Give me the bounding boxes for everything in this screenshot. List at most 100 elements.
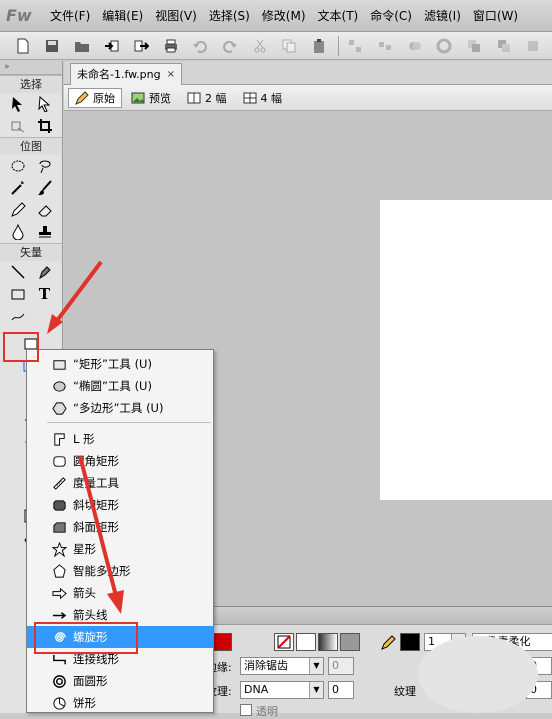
menu-text[interactable]: 文本(T) — [312, 0, 365, 32]
flyout-item-measure-tool[interactable]: 度量工具 — [27, 472, 213, 494]
import-icon[interactable] — [101, 36, 123, 56]
flyout-item-pie[interactable]: 饼形 — [27, 692, 213, 714]
flyout-item-l-shape[interactable]: L 形 — [27, 428, 213, 450]
undo-icon[interactable] — [190, 36, 212, 56]
open-icon[interactable] — [71, 36, 93, 56]
save-icon[interactable] — [42, 36, 64, 56]
print-icon[interactable] — [160, 36, 182, 56]
menu-edit[interactable]: 编辑(E) — [96, 0, 149, 32]
menu-select[interactable]: 选择(S) — [203, 0, 256, 32]
menu-file[interactable]: 文件(F) — [44, 0, 96, 32]
no-color-button[interactable] — [274, 633, 294, 651]
view-original-button[interactable]: 原始 — [68, 87, 122, 108]
right-texture-label: 纹理 — [394, 685, 416, 698]
crop-tool-icon[interactable] — [34, 116, 56, 136]
line-tool-icon[interactable] — [7, 262, 29, 282]
paste-icon[interactable] — [308, 36, 330, 56]
menu-commands[interactable]: 命令(C) — [364, 0, 418, 32]
flyout-item-donut[interactable]: 面圆形 — [27, 670, 213, 692]
view-mode-bar: 原始 预览 2 幅 4 幅 — [64, 85, 552, 111]
bring-front-icon[interactable] — [463, 36, 485, 56]
texture-amount-value: 0 — [332, 683, 339, 696]
stroke-color-swatch[interactable] — [400, 633, 420, 651]
rubber-stamp-tool-icon[interactable] — [34, 222, 56, 242]
texture-amount-field[interactable]: 0 — [328, 681, 354, 699]
document-tab[interactable]: 未命名-1.fw.png × — [70, 63, 182, 85]
flyout-item-smart-polygon[interactable]: 智能多边形 — [27, 560, 213, 582]
view-preview-button[interactable]: 预览 — [124, 88, 178, 108]
menu-modify[interactable]: 修改(M) — [256, 0, 312, 32]
rounded-rectangle-icon — [51, 453, 67, 469]
view-original-label: 原始 — [93, 91, 115, 105]
flyout-item-rounded-rectangle[interactable]: 圆角矩形 — [27, 450, 213, 472]
split-icon[interactable] — [434, 36, 456, 56]
flyout-item-bevel-rectangle[interactable]: 斜切矩形 — [27, 494, 213, 516]
align-icon[interactable] — [522, 36, 544, 56]
ungroup-icon[interactable] — [374, 36, 396, 56]
main-toolbar — [0, 32, 552, 60]
tools-section-vector: 矢量 — [0, 243, 62, 261]
flyout-item-label: 箭头线 — [73, 608, 108, 622]
eraser-tool-icon[interactable] — [34, 200, 56, 220]
document-tab-title: 未命名-1.fw.png — [77, 67, 161, 81]
edge-amount-value: 0 — [332, 659, 339, 672]
cut-icon[interactable] — [249, 36, 271, 56]
flyout-item-star[interactable]: 星形 — [27, 538, 213, 560]
flyout-item-arrow[interactable]: 箭头 — [27, 582, 213, 604]
flyout-item-polygon[interactable]: “多边形”工具 (U) — [27, 397, 213, 419]
subselect-tool-icon[interactable] — [34, 94, 56, 114]
menu-view[interactable]: 视图(V) — [149, 0, 203, 32]
fill-color-swatch[interactable] — [212, 633, 232, 651]
highlight-box-rectangle-tool — [3, 332, 39, 362]
knife-tool-icon[interactable] — [34, 306, 56, 326]
text-tool-icon[interactable]: T — [34, 284, 56, 304]
transparent-checkbox[interactable] — [240, 704, 252, 716]
export-icon[interactable] — [130, 36, 152, 56]
flyout-item-chamfer-rectangle[interactable]: 斜面矩形 — [27, 516, 213, 538]
pattern-fill-button[interactable] — [340, 633, 360, 651]
pencil-tool-icon[interactable] — [7, 200, 29, 220]
new-file-icon[interactable] — [12, 36, 34, 56]
join-icon[interactable] — [404, 36, 426, 56]
toolbar-separator — [337, 35, 339, 56]
edge-select[interactable]: 消除锯齿 ▼ — [240, 657, 324, 675]
blurred-region — [418, 636, 538, 713]
view-4up-button[interactable]: 4 幅 — [236, 88, 290, 108]
magic-wand-tool-icon[interactable] — [7, 178, 29, 198]
copy-icon[interactable] — [278, 36, 300, 56]
pen-tool-icon[interactable] — [34, 262, 56, 282]
shape-tools-flyout: “矩形”工具 (U) “椭圆”工具 (U) “多边形”工具 (U) L 形 圆角… — [26, 349, 214, 713]
flyout-item-label: 星形 — [73, 542, 96, 556]
pointer-tool-icon[interactable] — [7, 94, 29, 114]
gradient-fill-button[interactable] — [318, 633, 338, 651]
view-2up-button[interactable]: 2 幅 — [180, 88, 234, 108]
texture-select[interactable]: DNA ▼ — [240, 681, 324, 699]
edge-amount-field[interactable]: 0 — [328, 657, 354, 675]
menu-window[interactable]: 窗口(W) — [467, 0, 524, 32]
menu-filters[interactable]: 滤镜(I) — [418, 0, 467, 32]
close-icon[interactable]: × — [167, 65, 175, 85]
canvas[interactable] — [380, 200, 552, 500]
view-2up-label: 2 幅 — [205, 91, 227, 105]
transparent-label: 透明 — [256, 705, 278, 718]
scale-tool-icon[interactable] — [7, 116, 29, 136]
group-icon[interactable] — [345, 36, 367, 56]
blur-tool-icon[interactable] — [7, 222, 29, 242]
brush-tool-icon[interactable] — [34, 178, 56, 198]
lasso-tool-icon[interactable] — [34, 156, 56, 176]
redo-icon[interactable] — [219, 36, 241, 56]
send-back-icon[interactable] — [493, 36, 515, 56]
image-preview-icon — [131, 92, 145, 103]
flyout-item-rectangle[interactable]: “矩形”工具 (U) — [27, 353, 213, 375]
arrow-line-icon — [51, 607, 67, 623]
flyout-item-label: 饼形 — [73, 696, 96, 710]
rectangle-tool-icon[interactable] — [7, 284, 29, 304]
pencil-icon — [75, 90, 89, 105]
two-up-icon — [187, 92, 201, 103]
marquee-tool-icon[interactable] — [7, 156, 29, 176]
tools-grip[interactable]: » — [0, 61, 62, 75]
solid-fill-button[interactable] — [296, 633, 316, 651]
pencil-stroke-icon — [377, 633, 399, 653]
freeform-tool-icon[interactable] — [7, 306, 29, 326]
flyout-item-ellipse[interactable]: “椭圆”工具 (U) — [27, 375, 213, 397]
